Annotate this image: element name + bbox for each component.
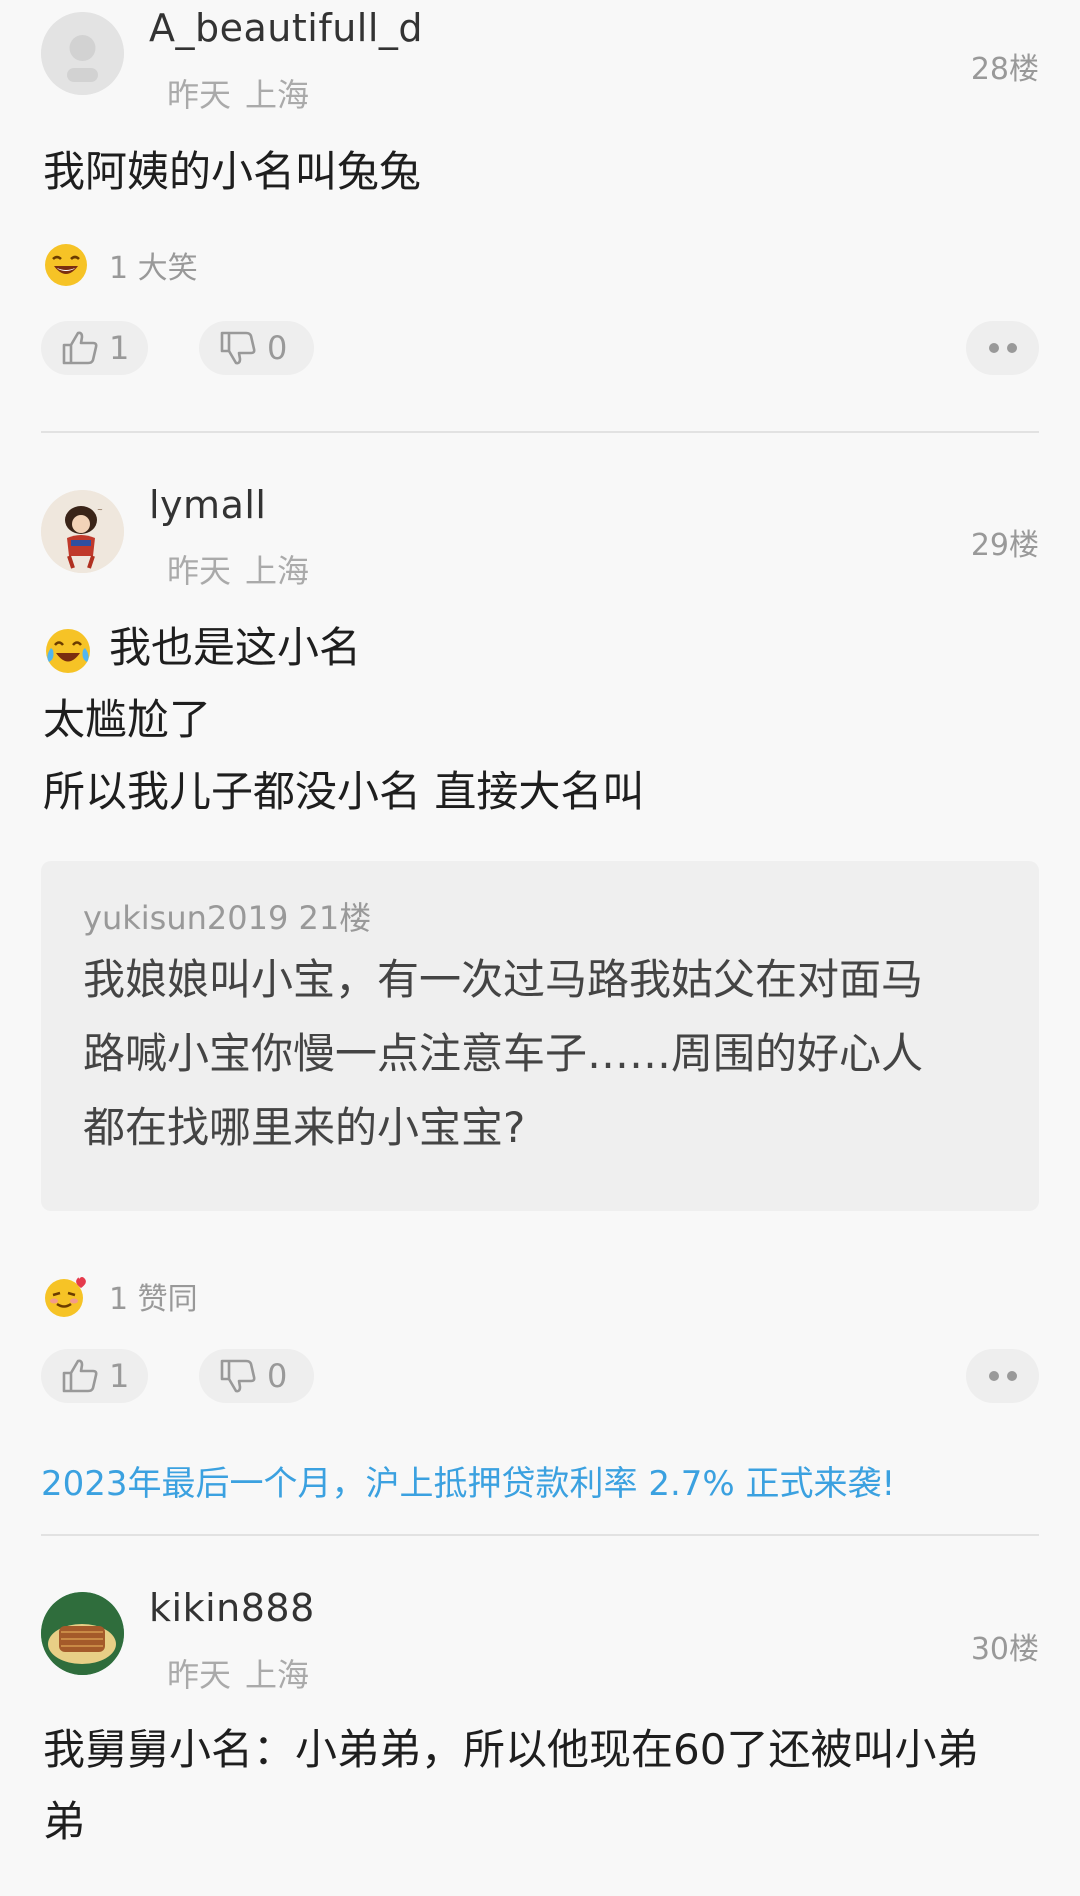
more-dots-icon xyxy=(988,343,999,353)
quoted-comment[interactable]: yukisun2019 21楼 我娘娘叫小宝，有一次过马路我姑父在对面马 路喊小… xyxy=(41,861,1039,1211)
username[interactable]: kikin888 xyxy=(149,1586,315,1630)
thumbs-down-icon xyxy=(220,1359,256,1393)
like-count: 1 xyxy=(109,329,130,367)
comment-meta: 昨天 上海 xyxy=(167,1650,309,1696)
divider xyxy=(41,1534,1039,1536)
reaction-summary[interactable]: 1 大笑 xyxy=(43,241,198,289)
more-dots-icon xyxy=(988,1371,999,1381)
dislike-button[interactable]: 0 xyxy=(199,321,314,375)
dislike-count: 0 xyxy=(267,329,288,367)
comment-line: 我也是这小名 xyxy=(43,612,644,684)
reaction-label: 1 赞同 xyxy=(109,1282,198,1317)
avatar[interactable] xyxy=(41,1592,124,1675)
comment-text: 我阿姨的小名叫兔兔 xyxy=(43,136,421,208)
quoted-author: yukisun2019 21楼 xyxy=(83,899,372,937)
comment-time: 昨天 xyxy=(167,76,232,114)
avatar[interactable] xyxy=(41,12,124,95)
more-button[interactable] xyxy=(966,321,1039,375)
thumbs-down-icon xyxy=(220,331,256,365)
more-dots-icon xyxy=(1006,1371,1017,1381)
comment-location: 上海 xyxy=(245,552,310,590)
username[interactable]: lymall xyxy=(149,483,266,527)
comment-time: 昨天 xyxy=(167,1656,232,1694)
floor-number: 30楼 xyxy=(970,1632,1039,1667)
comment-time: 昨天 xyxy=(167,552,232,590)
like-button[interactable]: 1 xyxy=(41,1349,148,1403)
comment-location: 上海 xyxy=(245,76,310,114)
comment-meta: 昨天 上海 xyxy=(167,70,309,116)
quoted-line: 我娘娘叫小宝，有一次过马路我姑父在对面马 xyxy=(83,955,924,1004)
tears-of-joy-emoji-icon xyxy=(46,628,90,673)
quoted-text: 我娘娘叫小宝，有一次过马路我姑父在对面马 路喊小宝你慢一点注意车子……周围的好心… xyxy=(83,943,983,1165)
reaction-summary[interactable]: 1 赞同 xyxy=(43,1272,198,1320)
comment-text: 我舅舅小名：小弟弟，所以他现在60了还被叫小弟 弟 xyxy=(43,1714,978,1858)
floor-number: 28楼 xyxy=(970,52,1039,87)
agree-emoji-icon xyxy=(45,1277,86,1317)
ad-link[interactable]: 2023年最后一个月，沪上抵押贷款利率 2.7% 正式来袭! xyxy=(41,1456,895,1505)
reaction-label: 1 大笑 xyxy=(109,251,198,286)
comment-line: 我阿姨的小名叫兔兔 xyxy=(43,147,422,196)
thumbs-up-icon xyxy=(62,1359,98,1393)
quoted-line: 路喊小宝你慢一点注意车子……周围的好心人 xyxy=(83,1029,924,1078)
comment-page: A_beautifull_d 昨天 上海 28楼 我阿姨的小名叫兔兔 1 大笑 1 xyxy=(0,0,1080,1896)
divider xyxy=(41,431,1039,433)
comment-line: 太尴尬了 xyxy=(43,695,212,744)
like-button[interactable]: 1 xyxy=(41,321,148,375)
comment-line: 弟 xyxy=(43,1797,86,1846)
like-count: 1 xyxy=(109,1357,130,1395)
laugh-emoji-icon xyxy=(45,244,87,286)
comment-meta: 昨天 上海 xyxy=(167,546,309,592)
comment-line-text: 我也是这小名 xyxy=(109,623,362,672)
floor-number: 29楼 xyxy=(970,528,1039,563)
username[interactable]: A_beautifull_d xyxy=(149,6,423,50)
avatar[interactable]: ~ xyxy=(41,490,124,573)
comment-line: 我舅舅小名：小弟弟，所以他现在60了还被叫小弟 xyxy=(43,1725,979,1774)
comment-location: 上海 xyxy=(245,1656,310,1694)
more-dots-icon xyxy=(1006,343,1017,353)
dislike-button[interactable]: 0 xyxy=(199,1349,314,1403)
more-button[interactable] xyxy=(966,1349,1039,1403)
thumbs-up-icon xyxy=(62,331,98,365)
quoted-line: 都在找哪里来的小宝宝? xyxy=(83,1103,526,1152)
comment-line: 所以我儿子都没小名 直接大名叫 xyxy=(43,767,645,816)
dislike-count: 0 xyxy=(267,1357,288,1395)
comment-text: 我也是这小名 太尴尬了 所以我儿子都没小名 直接大名叫 xyxy=(43,612,644,828)
svg-text:~: ~ xyxy=(97,506,103,514)
